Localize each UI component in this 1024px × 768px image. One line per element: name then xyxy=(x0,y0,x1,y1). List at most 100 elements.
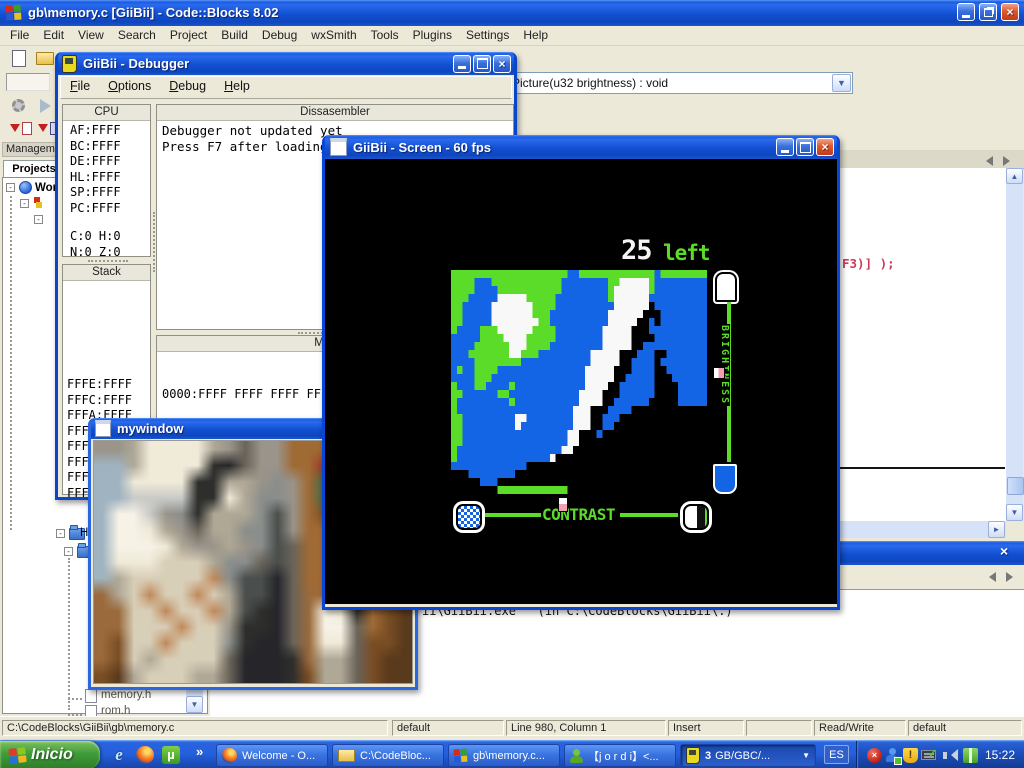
menu-search[interactable]: Search xyxy=(111,26,163,44)
group-dropdown-icon: ▼ xyxy=(802,751,810,760)
menu-plugins[interactable]: Plugins xyxy=(406,26,459,44)
volume-icon[interactable] xyxy=(943,748,958,763)
screen-close-button[interactable]: × xyxy=(816,138,834,156)
keyboard-status-icon[interactable]: ✓ xyxy=(921,750,936,760)
logs-close-icon[interactable]: × xyxy=(1000,543,1008,559)
quicklaunch-chevron[interactable]: » xyxy=(196,744,203,759)
status-caret-position: Line 980, Column 1 xyxy=(506,720,666,736)
clock[interactable]: 15:22 xyxy=(985,748,1015,762)
security-warning-icon[interactable]: ! xyxy=(903,748,918,763)
debugger-menu-options[interactable]: Options xyxy=(99,77,160,95)
headers-expander[interactable]: - xyxy=(56,529,65,538)
debugger-minimize-button[interactable] xyxy=(453,55,471,73)
menu-tools[interactable]: Tools xyxy=(364,26,406,44)
debugger-menu-help[interactable]: Help xyxy=(215,77,259,95)
cpu-header: CPU xyxy=(63,105,150,121)
start-button[interactable]: Inicio xyxy=(0,741,100,768)
main-close-button[interactable]: × xyxy=(1001,3,1019,21)
internet-explorer-icon[interactable]: e xyxy=(110,746,128,764)
debug-step-icon[interactable] xyxy=(10,124,20,137)
subnode-expander[interactable]: - xyxy=(34,215,43,224)
editor-scroll-up-icon[interactable]: ▲ xyxy=(1006,168,1023,184)
camera-viewfinder xyxy=(451,270,707,494)
taskbar-button-explorer[interactable]: C:\CodeBloc... xyxy=(332,744,444,767)
firefox-icon xyxy=(222,748,237,763)
project-icon xyxy=(34,197,46,209)
update-package-icon[interactable] xyxy=(963,748,978,763)
language-indicator[interactable]: ES xyxy=(824,745,849,764)
menu-project[interactable]: Project xyxy=(163,26,214,44)
symbol-combo-dropdown-icon[interactable]: ▼ xyxy=(832,74,851,92)
taskbar-button-giibii-group[interactable]: 3 GB/GBC/... ▼ xyxy=(680,744,816,767)
symbol-combobox[interactable]: Picture(u32 brightness) : void ▼ xyxy=(505,72,853,94)
editor-scroll-down-icon[interactable]: ▼ xyxy=(1006,504,1023,521)
tree-line-2 xyxy=(68,558,70,710)
debugger-titlebar[interactable]: GiiBii - Debugger × xyxy=(58,52,514,75)
project-expander[interactable]: - xyxy=(20,199,29,208)
screen-title: GiiBii - Screen - 60 fps xyxy=(353,140,491,155)
menu-help[interactable]: Help xyxy=(516,26,555,44)
editor-vscroll-thumb[interactable] xyxy=(1007,477,1024,495)
screen-maximize-button[interactable] xyxy=(796,138,814,156)
screen-titlebar[interactable]: GiiBii - Screen - 60 fps × xyxy=(325,135,837,159)
register-af: AF:FFFF xyxy=(70,123,150,139)
workspace-icon xyxy=(19,181,32,194)
security-alert-icon[interactable]: × xyxy=(867,748,882,763)
messenger-tray-icon[interactable] xyxy=(885,748,900,763)
debug-run-to-cursor-icon[interactable] xyxy=(38,124,48,137)
taskbar-button-messenger[interactable]: 【j o r d i】<... xyxy=(564,744,676,767)
tree-item-memory-h[interactable]: memory.h xyxy=(101,689,151,701)
tab-scroll-right-icon[interactable] xyxy=(1003,156,1015,166)
disassembler-header: Dissasembler xyxy=(157,105,513,121)
utorrent-icon[interactable]: µ xyxy=(162,746,180,764)
main-titlebar[interactable]: gb\memory.c [GiiBii] - Code::Blocks 8.02… xyxy=(0,0,1024,26)
debugger-menu-file[interactable]: File xyxy=(61,77,99,95)
flags-nz: N:0 Z:0 xyxy=(70,245,150,261)
menu-settings[interactable]: Settings xyxy=(459,26,516,44)
language-code: ES xyxy=(829,749,844,761)
editor-scroll-right-icon[interactable]: ► xyxy=(988,521,1005,538)
menu-view[interactable]: View xyxy=(71,26,111,44)
open-file-icon[interactable] xyxy=(36,52,54,65)
start-label: Inicio xyxy=(31,746,73,764)
subfolder-expander[interactable]: - xyxy=(64,547,73,556)
menu-build[interactable]: Build xyxy=(214,26,255,44)
gameboy-app-icon xyxy=(62,55,77,73)
contrast-high-icon xyxy=(683,504,709,530)
tree-scroll-down-icon[interactable]: ▼ xyxy=(186,696,203,713)
codeblocks-logo-icon xyxy=(5,4,22,21)
main-restore-button[interactable] xyxy=(979,3,997,21)
editor-vscrollbar[interactable]: ▲ ▼ xyxy=(1006,168,1023,521)
status-profile: default xyxy=(908,720,1022,736)
menu-debug[interactable]: Debug xyxy=(255,26,304,44)
menu-wxsmith[interactable]: wxSmith xyxy=(304,26,363,44)
screen-minimize-button[interactable] xyxy=(776,138,794,156)
debugger-close-button[interactable]: × xyxy=(493,55,511,73)
symbol-combo-value: Picture(u32 brightness) : void xyxy=(512,76,668,90)
debugger-menu-debug[interactable]: Debug xyxy=(160,77,215,95)
firefox-icon[interactable] xyxy=(136,746,154,764)
tab-scroll-left-icon[interactable] xyxy=(981,156,993,166)
shots-remaining: 25 xyxy=(621,235,652,266)
main-minimize-button[interactable] xyxy=(957,3,975,21)
codeblocks-logo-icon xyxy=(454,748,469,763)
logs-tab-right-icon[interactable] xyxy=(1006,572,1018,582)
debugger-maximize-button[interactable] xyxy=(473,55,491,73)
main-window-title: gb\memory.c [GiiBii] - Code::Blocks 8.02 xyxy=(28,5,278,20)
new-file-icon[interactable] xyxy=(12,50,26,67)
gameboy-lcd: 25 left BRIGHTNESS CONTRAST xyxy=(325,159,837,604)
logs-tab-left-icon[interactable] xyxy=(984,572,996,582)
stack-row: FFFE:FFFF xyxy=(67,377,132,393)
menu-file[interactable]: File xyxy=(3,26,36,44)
menu-edit[interactable]: Edit xyxy=(36,26,71,44)
debug-doc-icon[interactable] xyxy=(22,122,32,135)
taskbar-button-firefox[interactable]: Welcome - O... xyxy=(216,744,328,767)
debugger-title: GiiBii - Debugger xyxy=(83,56,189,71)
contrast-label: CONTRAST xyxy=(542,505,615,524)
workspace-expander[interactable]: - xyxy=(6,183,15,192)
toolbar-combo-placeholder[interactable] xyxy=(6,73,50,91)
debugger-vertical-splitter[interactable] xyxy=(153,212,155,272)
cpu-stack-splitter[interactable] xyxy=(88,260,128,262)
build-options-gear-icon[interactable] xyxy=(12,99,25,112)
taskbar-button-codeblocks[interactable]: gb\memory.c... xyxy=(448,744,560,767)
